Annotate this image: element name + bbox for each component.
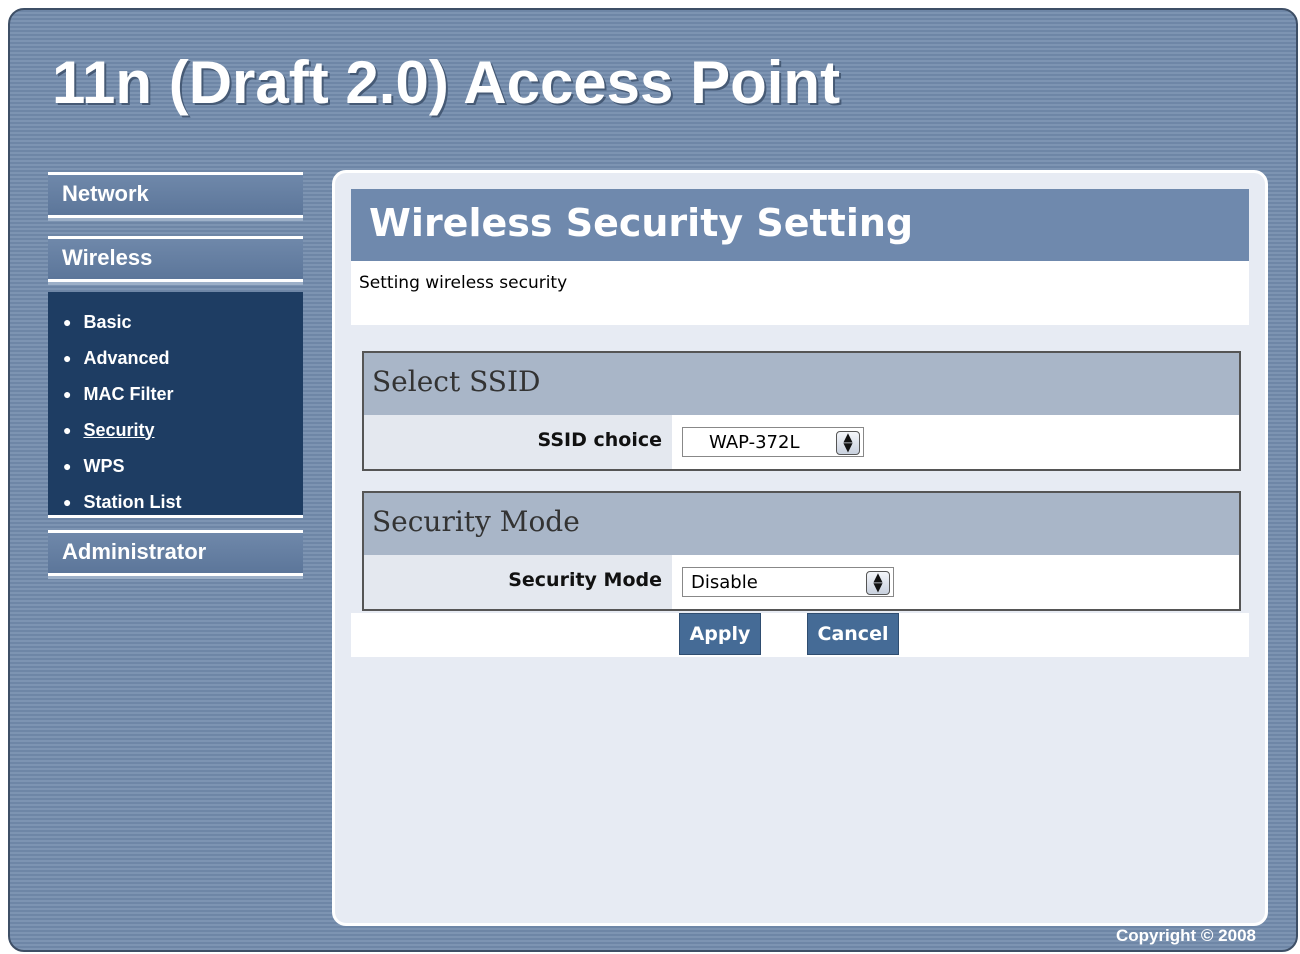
submenu-item-mac-filter[interactable]: ● MAC Filter xyxy=(48,376,303,412)
submenu-item-label: MAC Filter xyxy=(83,383,174,404)
updown-arrow-icon: ▲ ▼ xyxy=(866,571,890,595)
bullet-icon: ● xyxy=(63,350,72,366)
security-mode-cell: Disable ▲ ▼ xyxy=(672,555,1239,609)
submenu-item-label: Station List xyxy=(83,491,182,512)
nav-network-button[interactable]: Network xyxy=(48,172,303,218)
bullet-icon: ● xyxy=(63,386,72,402)
page-frame: 11n (Draft 2.0) Access Point Network Wir… xyxy=(8,8,1298,952)
submenu-item-label: Basic xyxy=(83,311,132,332)
select-ssid-title: Select SSID xyxy=(364,353,1239,415)
bullet-icon: ● xyxy=(63,422,72,438)
bullet-icon: ● xyxy=(63,458,72,474)
select-ssid-section: Select SSID SSID choice WAP-372L ▲ ▼ xyxy=(362,351,1241,471)
ssid-choice-label: SSID choice xyxy=(364,415,672,469)
bullet-icon: ● xyxy=(63,494,72,510)
button-area: Apply Cancel xyxy=(351,613,1249,657)
copyright-text: Copyright © 2008 xyxy=(1115,926,1256,945)
submenu-item-security[interactable]: ● Security xyxy=(48,412,303,448)
updown-arrow-icon: ▲ ▼ xyxy=(836,431,860,455)
content-panel: Wireless Security Setting Setting wirele… xyxy=(332,170,1268,926)
ssid-choice-row: SSID choice WAP-372L ▲ ▼ xyxy=(364,415,1239,469)
nav-wireless-button[interactable]: Wireless xyxy=(48,236,303,282)
apply-button[interactable]: Apply xyxy=(679,613,761,655)
security-mode-value: Disable xyxy=(691,572,758,593)
submenu-item-station-list[interactable]: ● Station List xyxy=(48,484,303,520)
submenu-item-wps[interactable]: ● WPS xyxy=(48,448,303,484)
ssid-choice-value: WAP-372L xyxy=(709,432,800,453)
cancel-button[interactable]: Cancel xyxy=(807,613,899,655)
security-mode-label: Security Mode xyxy=(364,555,672,609)
nav-administrator-button[interactable]: Administrator xyxy=(48,530,303,576)
submenu-item-label: WPS xyxy=(83,455,125,476)
submenu-item-advanced[interactable]: ● Advanced xyxy=(48,340,303,376)
page-title: Wireless Security Setting xyxy=(351,189,1249,261)
security-mode-section: Security Mode Security Mode Disable ▲ ▼ xyxy=(362,491,1241,611)
bullet-icon: ● xyxy=(63,314,72,330)
ssid-choice-cell: WAP-372L ▲ ▼ xyxy=(672,415,1239,469)
app-title: 11n (Draft 2.0) Access Point xyxy=(52,49,841,116)
security-mode-select[interactable]: Disable ▲ ▼ xyxy=(682,567,894,597)
intro-box: Setting wireless security xyxy=(351,261,1249,325)
submenu-item-label: Advanced xyxy=(83,347,170,368)
intro-text: Setting wireless security xyxy=(359,273,568,293)
security-mode-row: Security Mode Disable ▲ ▼ xyxy=(364,555,1239,609)
submenu-item-label: Security xyxy=(83,419,155,440)
ssid-choice-select[interactable]: WAP-372L ▲ ▼ xyxy=(682,427,864,457)
submenu-item-basic[interactable]: ● Basic xyxy=(48,304,303,340)
security-mode-title: Security Mode xyxy=(364,493,1239,555)
wireless-submenu: ● Basic ● Advanced ● MAC Filter ● Securi… xyxy=(48,292,303,518)
